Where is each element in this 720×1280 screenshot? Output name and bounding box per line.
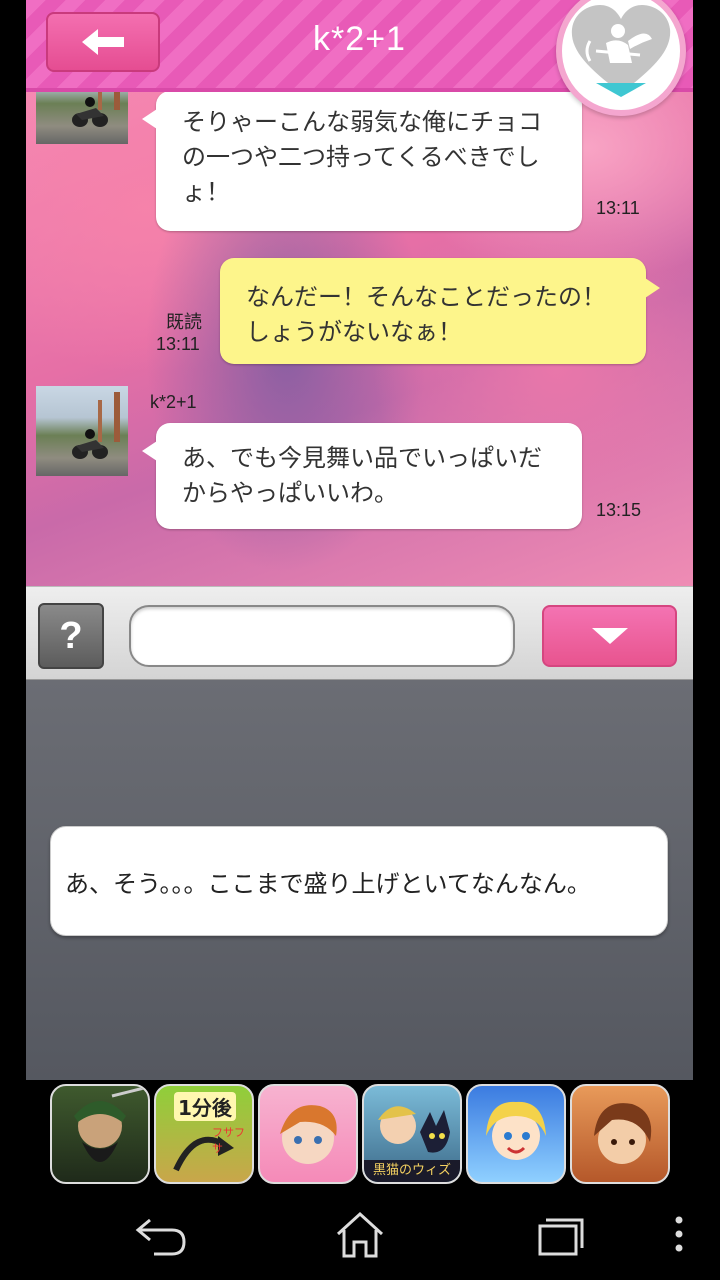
home-icon bbox=[336, 1211, 384, 1258]
message-bubble-received[interactable]: そりゃーこんな弱気な俺にチョコ の一つや二つ持ってくるべきでし ょ！ bbox=[142, 91, 582, 231]
ad-subcaption: フサフサ bbox=[212, 1126, 245, 1155]
android-nav-bar bbox=[0, 1188, 720, 1280]
ad-app-icon[interactable]: 黒猫のウィズ bbox=[362, 1084, 462, 1184]
read-receipt: 既読 bbox=[166, 312, 202, 333]
sender-avatar[interactable] bbox=[36, 88, 128, 144]
message-text-line: しょうがないなぁ！ bbox=[246, 318, 462, 346]
overflow-menu-icon bbox=[675, 1216, 683, 1252]
sender-name: k*2+1 bbox=[150, 392, 197, 412]
ad-app-icon[interactable] bbox=[258, 1084, 358, 1184]
message-input[interactable] bbox=[129, 605, 515, 667]
cupid-heart-icon bbox=[571, 5, 671, 97]
ad-app-icon[interactable] bbox=[466, 1084, 566, 1184]
chat-app: k*2+1 そりゃーこんな弱気な俺にチョコ の一つや二つ持ってくるべきでし ょ！… bbox=[26, 0, 693, 1080]
ad-app-icon[interactable]: 1分後 フサフサ bbox=[154, 1084, 254, 1184]
message-text-line: からやっぱいいわ。 bbox=[182, 479, 398, 507]
sender-avatar[interactable] bbox=[36, 386, 128, 476]
message-input-bar: ? bbox=[26, 586, 693, 681]
chat-messages-area[interactable]: そりゃーこんな弱気な俺にチョコ の一つや二つ持ってくるべきでし ょ！ 13:11… bbox=[26, 88, 693, 586]
message-text-line: なんだー！そんなことだったの！ bbox=[246, 283, 606, 311]
nav-back-button[interactable] bbox=[132, 1210, 192, 1260]
cupid-heart-badge[interactable] bbox=[556, 0, 686, 116]
nav-recent-apps-button[interactable] bbox=[530, 1210, 590, 1260]
message-text-line: の一つや二つ持ってくるべきでし bbox=[182, 143, 540, 171]
message-timestamp: 13:11 bbox=[596, 198, 640, 218]
ad-caption: 黒猫のウィズ bbox=[364, 1160, 460, 1182]
recent-apps-icon bbox=[538, 1218, 584, 1256]
reply-option[interactable]: あ、そう。。。ここまで盛り上げといてなんなん。 bbox=[50, 826, 668, 936]
message-text-line: ょ！ bbox=[182, 178, 230, 206]
ad-app-icon[interactable] bbox=[570, 1084, 670, 1184]
toggle-replies-button[interactable] bbox=[542, 605, 677, 667]
reply-choices-panel: あ、そう。。。ここまで盛り上げといてなんなん。 bbox=[26, 680, 693, 1080]
nav-menu-button[interactable] bbox=[664, 1210, 694, 1260]
nav-home-button[interactable] bbox=[330, 1210, 390, 1260]
message-text-line: あ、でも今見舞い品でいっぱいだ bbox=[182, 444, 542, 472]
message-timestamp: 13:11 bbox=[156, 334, 200, 354]
message-bubble-sent[interactable]: なんだー！そんなことだったの！ しょうがないなぁ！ bbox=[220, 258, 660, 364]
ad-app-icon[interactable] bbox=[50, 1084, 150, 1184]
message-bubble-received[interactable]: あ、でも今見舞い品でいっぱいだ からやっぱいいわ。 bbox=[142, 423, 582, 529]
help-button[interactable]: ? bbox=[38, 603, 104, 669]
nav-back-icon bbox=[135, 1218, 186, 1256]
message-timestamp: 13:15 bbox=[596, 500, 642, 520]
triangle-down-icon bbox=[591, 628, 628, 644]
message-text-line: そりゃーこんな弱気な俺にチョコ bbox=[182, 108, 542, 136]
app-ads-bar: 1分後 フサフサ 黒猫のウィズ bbox=[0, 1080, 720, 1188]
